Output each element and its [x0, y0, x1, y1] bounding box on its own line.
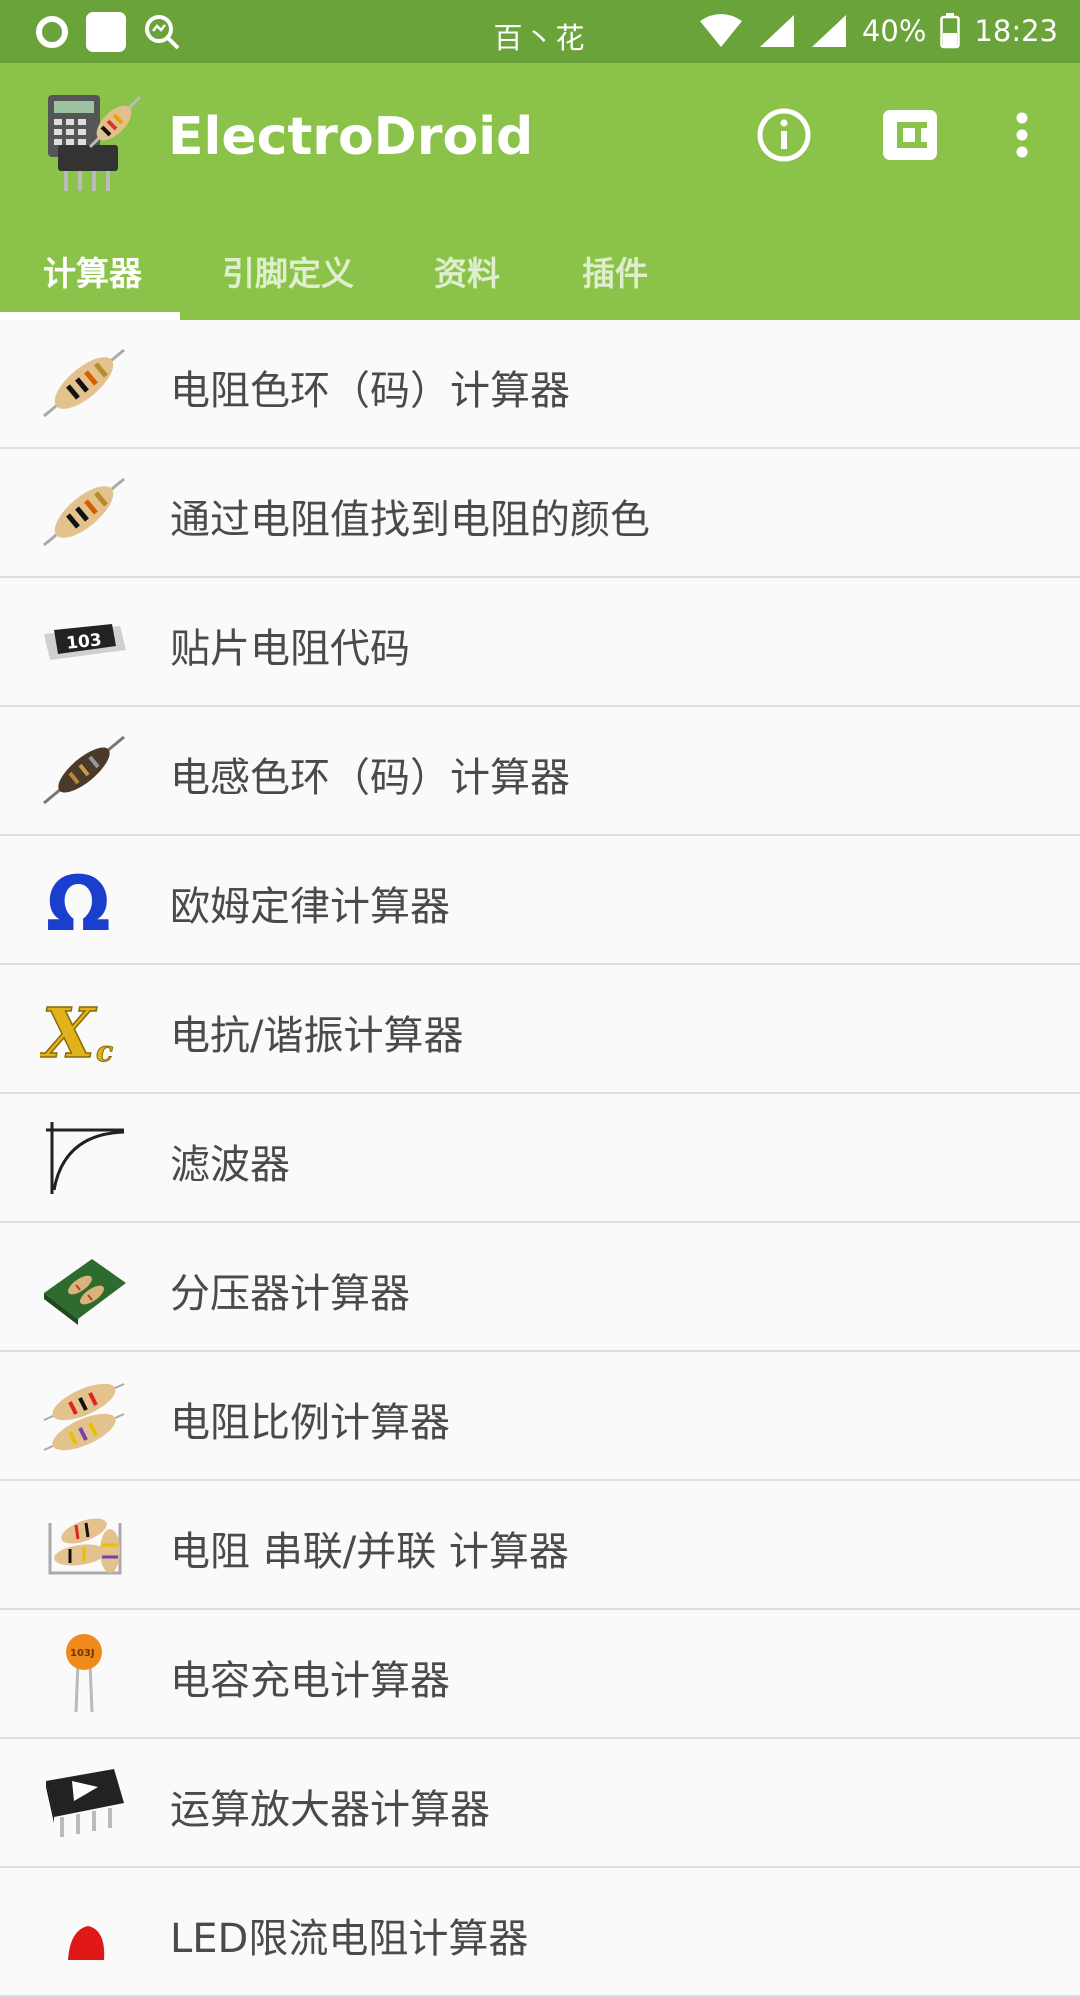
svg-text:X: X — [40, 994, 97, 1069]
battery-percent: 40% — [861, 14, 927, 48]
status-right: 40% 18:23 — [698, 9, 1058, 53]
list-item-series-parallel[interactable]: 电阻 串联/并联 计算器 — [0, 1481, 1080, 1610]
list-item-filter[interactable]: 滤波器 — [0, 1094, 1080, 1223]
tab-resources[interactable]: 资料 — [434, 247, 500, 295]
series-parallel-icon — [48, 1518, 122, 1575]
list-item-op-amp[interactable]: 运算放大器计算器 — [0, 1739, 1080, 1868]
app-bar: ElectroDroid 计算器 引脚定义 资料 插件 — [0, 63, 1080, 320]
svg-text:103: 103 — [65, 630, 102, 654]
info-button[interactable] — [752, 103, 816, 167]
list-item-label: 滤波器 — [170, 1142, 290, 1188]
list-item-label: 电感色环（码）计算器 — [170, 755, 570, 801]
list-item-voltage-divider[interactable]: 分压器计算器 — [0, 1223, 1080, 1352]
led-icon — [68, 1926, 105, 1960]
list-item-label: 电阻比例计算器 — [170, 1400, 450, 1446]
smd-resistor-icon: 103 — [44, 624, 126, 660]
list-item-label: 贴片电阻代码 — [170, 626, 410, 672]
inductor-icon — [43, 735, 125, 805]
capacitor-icon: 103J — [66, 1634, 102, 1713]
svg-text:103J: 103J — [70, 1648, 95, 1659]
tab-plugins[interactable]: 插件 — [582, 247, 648, 295]
list-item-label: 分压器计算器 — [170, 1271, 410, 1317]
list-item-resistor-ratio[interactable]: 电阻比例计算器 — [0, 1352, 1080, 1481]
app-title: ElectroDroid — [168, 107, 534, 167]
info-icon — [757, 108, 811, 162]
resistor-icon — [43, 477, 125, 547]
resistor-icon — [43, 348, 125, 418]
status-bar: 百丶花 40% 18:23 — [0, 0, 1080, 63]
tab-pinouts[interactable]: 引脚定义 — [222, 247, 354, 295]
active-tab-indicator — [0, 312, 180, 320]
list-item-inductor-color-code[interactable]: 电感色环（码）计算器 — [0, 707, 1080, 836]
list-item-label: 欧姆定律计算器 — [170, 884, 450, 930]
omega-icon: Ω — [46, 859, 111, 940]
tab-bar: 计算器 引脚定义 资料 插件 — [0, 225, 1080, 320]
list-item-smd-resistor-code[interactable]: 103 贴片电阻代码 — [0, 578, 1080, 707]
clock: 18:23 — [974, 14, 1058, 48]
list-item-resistor-color-code[interactable]: 电阻色环（码）计算器 — [0, 320, 1080, 449]
op-amp-icon — [46, 1769, 124, 1837]
signal-icon — [759, 15, 794, 47]
reactance-icon: X c — [40, 993, 114, 1069]
list-item-ohms-law[interactable]: Ω 欧姆定律计算器 — [0, 836, 1080, 965]
tab-calculators[interactable]: 计算器 — [43, 247, 142, 295]
plugin-button[interactable] — [878, 103, 942, 167]
more-vert-icon — [1016, 112, 1028, 158]
signal-icon-2 — [811, 15, 846, 47]
list-item-capacitor-charge[interactable]: 103J 电容充电计算器 — [0, 1610, 1080, 1739]
list-item-label: 通过电阻值找到电阻的颜色 — [170, 497, 650, 543]
list-item-label: LED限流电阻计算器 — [170, 1916, 529, 1962]
app-logo-icon — [48, 95, 142, 191]
resistor-ratio-icon — [43, 1383, 125, 1451]
battery-icon — [940, 13, 961, 49]
calculator-list[interactable]: 电阻色环（码）计算器 通过电阻值找到电阻的颜色 103 贴片电阻代码 电感色环（… — [0, 320, 1080, 1997]
list-item-label: 运算放大器计算器 — [170, 1787, 490, 1833]
list-item-label: 电阻 串联/并联 计算器 — [170, 1529, 569, 1575]
overflow-menu-button[interactable] — [990, 103, 1054, 167]
wifi-icon — [699, 14, 742, 47]
voltage-divider-icon — [44, 1259, 126, 1325]
list-item-resistor-color-finder[interactable]: 通过电阻值找到电阻的颜色 — [0, 449, 1080, 578]
svg-text:Ω: Ω — [46, 859, 111, 940]
plugin-icon — [883, 110, 937, 160]
list-item-reactance-resonance[interactable]: X c 电抗/谐振计算器 — [0, 965, 1080, 1094]
list-item-led-resistor[interactable]: LED限流电阻计算器 — [0, 1868, 1080, 1997]
list-item-label: 电容充电计算器 — [170, 1658, 450, 1704]
list-item-label: 电阻色环（码）计算器 — [170, 368, 570, 414]
filter-curve-icon — [46, 1122, 125, 1194]
svg-text:c: c — [96, 1035, 113, 1068]
list-item-label: 电抗/谐振计算器 — [170, 1013, 464, 1059]
